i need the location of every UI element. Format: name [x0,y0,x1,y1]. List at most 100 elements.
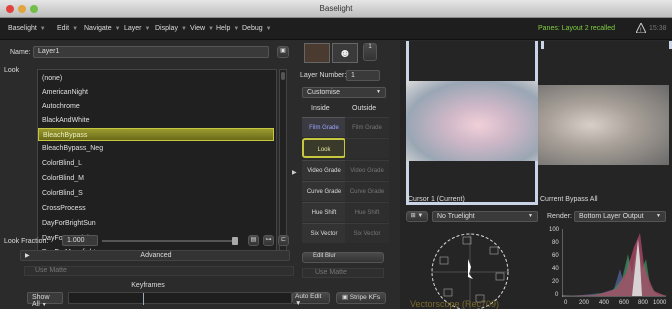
hue-shift-outside[interactable]: Hue Shift [345,202,389,222]
menu-edit[interactable]: Edit ▼ [57,25,78,32]
grade-panel: ☻ 1 Layer Number: 1 Customise ▼ Inside Ou… [292,41,400,309]
list-item[interactable]: ColorBlind_L [38,157,274,170]
current-frame-image [406,81,538,161]
advanced-toggle[interactable]: ▶ Advanced [20,250,290,261]
advanced-label: Advanced [140,252,172,259]
chevron-down-icon: ▼ [41,302,47,308]
cursor-label: Cursor 1 (Current) [408,196,465,203]
menu-layer[interactable]: Layer ▼ [124,25,150,32]
list-item[interactable]: (none) [38,72,274,85]
window-title: Baselight [319,4,353,13]
menu-baselight[interactable]: Baselight ▼ [8,25,46,32]
layer-number-label: Layer Number: [300,72,347,79]
render-select[interactable]: Bottom Layer Output ▼ [574,211,666,222]
hist-y-tick: 100 [549,227,560,233]
hue-shift-inside[interactable]: Hue Shift [302,202,346,222]
vectorscope-graph [431,233,509,309]
mode-select[interactable]: Customise ▼ [302,87,386,98]
layer-count[interactable]: 1 [363,43,377,61]
hist-x-tick: 800 [638,300,649,306]
hist-x-tick: 1000 [653,300,667,306]
list-item[interactable]: CrossProcess [38,202,274,215]
film-grade-outside[interactable]: Film Grade [345,117,389,137]
look-outside[interactable] [345,138,389,158]
inside-column-header: Inside [311,105,330,112]
menu-debug[interactable]: Debug ▼ [242,25,272,32]
clock-time: 15:38 [649,25,667,32]
chevron-down-icon: ▼ [180,26,187,32]
vectorscope-label: Vectorscope (Rec709) [410,299,500,309]
chevron-down-icon: ▼ [376,89,381,95]
menu-help[interactable]: Help ▼ [216,25,239,32]
look-fraction-field[interactable]: 1.000 [62,235,98,246]
bypass-frame-image[interactable] [538,85,669,165]
picker-icon[interactable]: ⊞ ▼ [406,211,428,222]
svg-text:!: ! [640,28,642,33]
edit-blur-button[interactable]: Edit Blur [302,252,384,263]
bypass-label: Current Bypass All [540,196,598,203]
hist-y-tick: 40 [552,266,559,272]
chevron-down-icon: ▼ [208,26,214,32]
look-panel: Name: Layer1 ▣ Look (none) AmericanNight… [0,41,296,309]
vectorscope [424,227,522,309]
list-item[interactable]: ColorBlind_S [38,187,274,200]
histogram: 100 80 60 40 20 0 0 200 400 600 800 1000 [546,227,666,309]
list-item[interactable]: BlackAndWhite [38,114,274,127]
look-list-scrollbar[interactable] [279,69,287,259]
layer-number-field[interactable]: 1 [346,70,380,81]
video-grade-inside[interactable]: Video Grade [302,160,346,180]
key-icon[interactable]: ⊶ [263,235,274,246]
hist-x-tick: 400 [599,300,610,306]
current-frame[interactable] [406,41,538,205]
chevron-down-icon: ▼ [144,26,151,32]
list-item[interactable]: AmericanNight [38,86,274,99]
list-item[interactable]: ColorBlind_M [38,172,274,185]
use-matte-label: Use Matte [35,267,67,274]
page-icon[interactable]: ▤ [248,235,259,246]
layout-icon[interactable]: ⊏ [278,235,289,246]
list-item[interactable]: Autochrome [38,100,274,113]
list-item[interactable]: DayForBrightSun [38,217,274,230]
film-grade-inside[interactable]: Film Grade [302,117,346,137]
menu-view[interactable]: View ▼ [190,25,214,32]
stripe-kfs-toggle[interactable]: ▣ Stripe KFs [336,292,386,304]
keyframe-timeline[interactable] [68,292,292,305]
chevron-down-icon: ▼ [114,26,121,32]
auto-edit-dropdown[interactable]: Auto Edit ▼ [292,292,330,307]
timeline-playhead[interactable] [143,293,144,305]
name-field[interactable]: Layer1 [33,46,269,58]
curve-grade-inside[interactable]: Curve Grade [302,181,346,201]
show-all-dropdown[interactable]: Show All ▼ [27,292,63,308]
viewer-panel: Cursor 1 (Current) Current Bypass All ⊞ … [400,41,672,309]
chevron-down-icon: ▼ [39,26,46,32]
six-vector-inside[interactable]: Six Vector [302,223,346,243]
video-grade-outside[interactable]: Video Grade [345,160,389,180]
keyframes-label: Keyframes [131,282,165,289]
look-fraction-slider[interactable] [102,240,238,242]
use-matte-toggle-middle[interactable]: Use Matte [302,268,384,278]
six-vector-outside[interactable]: Six Vector [345,223,389,243]
thumbnail-icon[interactable] [304,43,330,63]
title-bar: Baselight [0,0,672,18]
warning-icon: ! [635,21,647,34]
chevron-down-icon: ▼ [233,26,240,32]
menu-navigate[interactable]: Navigate ▼ [84,25,121,32]
look-inside[interactable]: Look [302,138,346,158]
expand-arrow-icon[interactable]: ▶ [292,169,297,176]
render-label: Render: [547,213,572,220]
menu-bar: Baselight ▼ Edit ▼ Navigate ▼ Layer ▼ Displa… [0,18,672,40]
list-item[interactable]: BleachBypass_Neg [38,142,274,155]
outside-column-header: Outside [352,105,377,112]
hist-y-tick: 0 [555,292,559,298]
person-icon[interactable]: ☻ [332,43,358,63]
truelight-select[interactable]: No Truelight ▼ [432,211,538,222]
list-item-selected[interactable]: BleachBypass [38,128,274,141]
menu-display[interactable]: Display ▼ [155,25,187,32]
curve-grade-outside[interactable]: Curve Grade [345,181,389,201]
slider-handle[interactable] [232,237,238,245]
hist-x-tick: 200 [579,300,590,306]
scrollbar-thumb[interactable] [281,72,285,80]
save-icon[interactable]: ▣ [277,46,289,58]
hist-x-tick: 0 [564,300,568,306]
use-matte-toggle[interactable]: Use Matte [24,266,294,276]
